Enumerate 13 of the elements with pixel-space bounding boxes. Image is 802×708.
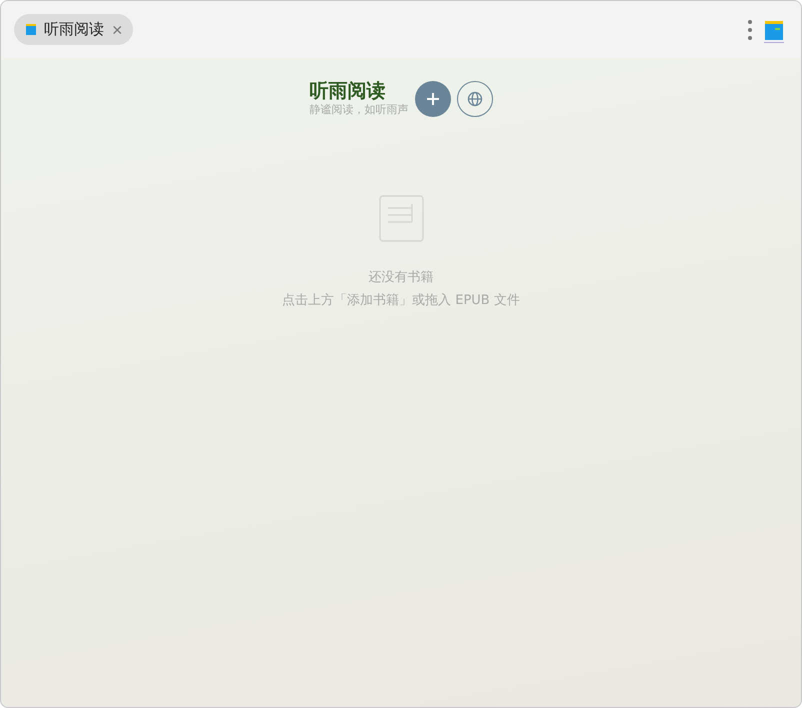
empty-title: 还没有书籍 — [368, 269, 434, 286]
app-subtitle: 静谧阅读，如听雨声 — [310, 102, 408, 117]
app-tab[interactable]: 听雨阅读 × — [14, 14, 133, 45]
add-button[interactable] — [414, 80, 450, 116]
document-icon — [378, 195, 424, 242]
tab-label: 听雨阅读 — [44, 20, 104, 39]
globe-icon — [466, 90, 482, 106]
app-title: 听雨阅读 — [310, 80, 386, 102]
empty-hint: 点击上方「添加书籍」或拖入 EPUB 文件 — [282, 292, 520, 309]
plus-icon — [426, 92, 440, 106]
more-icon[interactable] — [747, 18, 753, 40]
book-icon — [24, 22, 38, 36]
web-button[interactable] — [456, 80, 492, 116]
